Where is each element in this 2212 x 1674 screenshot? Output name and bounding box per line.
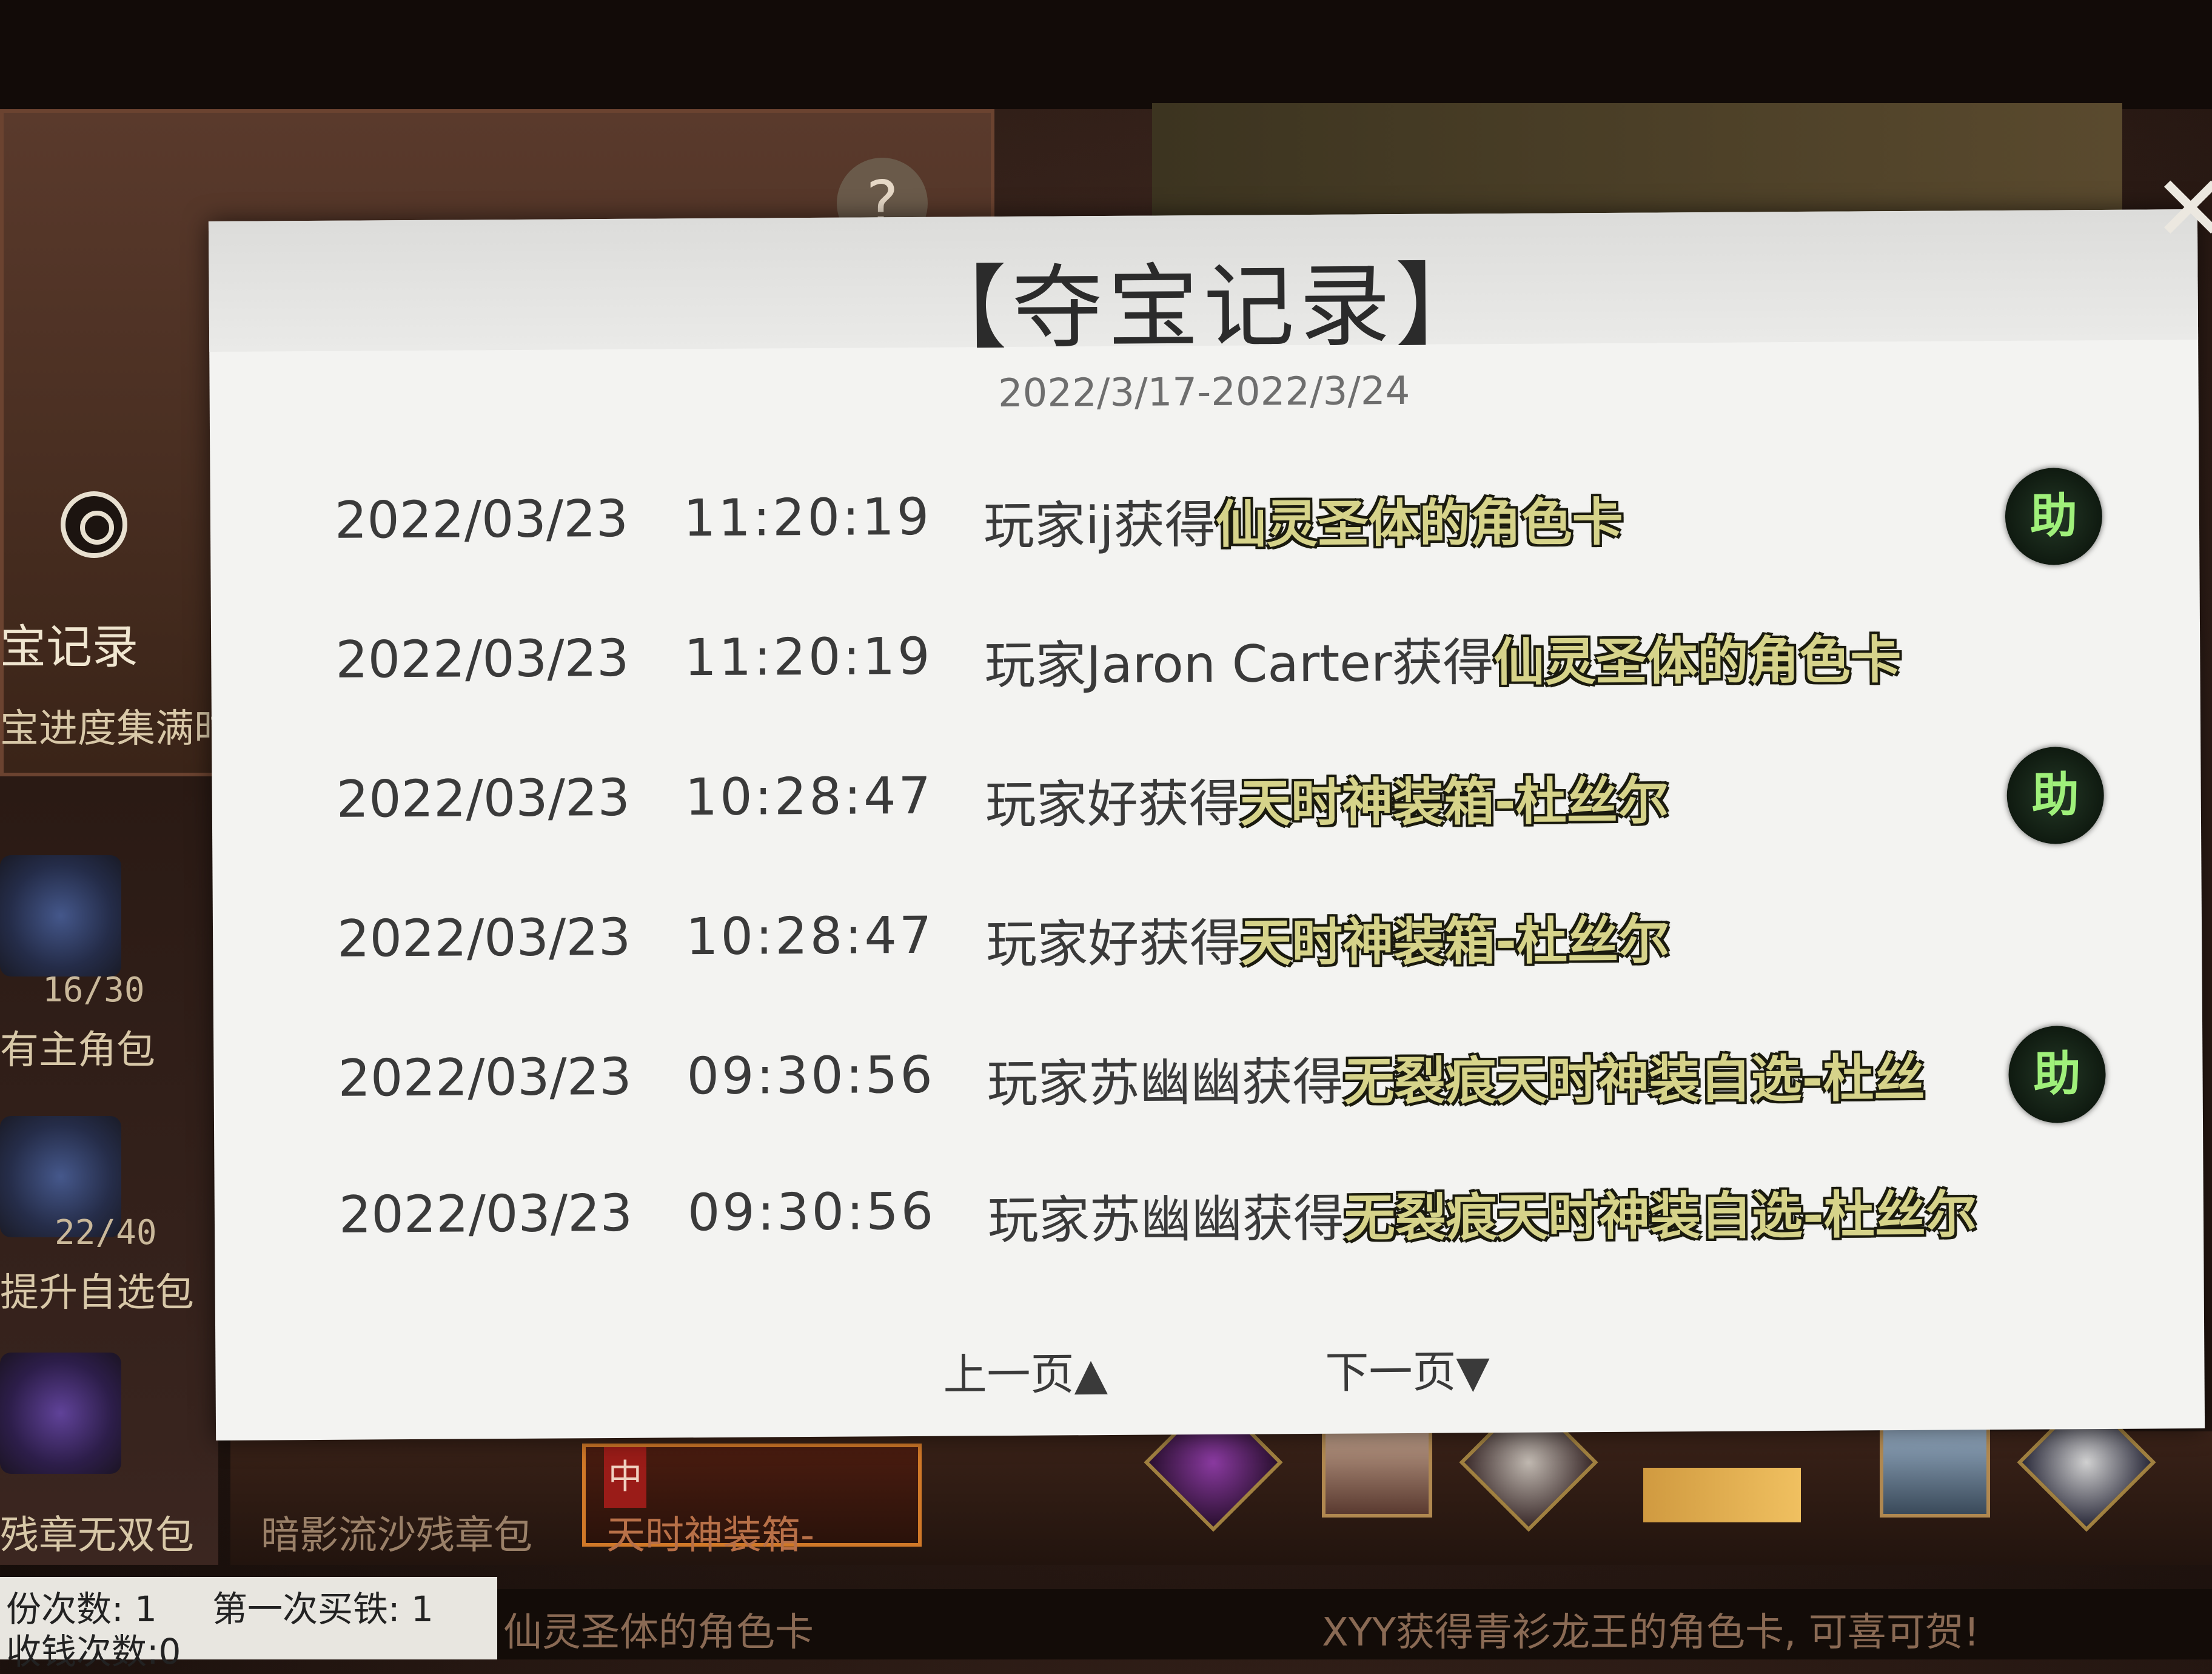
background-right-panel (1152, 103, 2122, 224)
record-date: 2022/03/23 (334, 488, 629, 550)
record-time: 11:20:19 (684, 626, 933, 688)
side-item-count: 22/40 (55, 1213, 157, 1252)
record-text: 玩家Jaron Carter获得仙灵圣体的角色卡 (984, 619, 1902, 698)
record-item: 无裂痕天时神装自选-杜丝 (1343, 1048, 1925, 1112)
help-button[interactable]: 助 (2006, 746, 2105, 844)
ticker-right-text: XYY获得青衫龙王的角色卡, 可喜可贺! (1322, 1610, 1980, 1655)
bottom-card-label[interactable]: 天时神装箱- (606, 1504, 814, 1560)
record-item: 天时神装箱-杜丝尔 (1240, 910, 1670, 973)
record-row: 2022/03/23 10:28:47 玩家好获得天时神装箱-杜丝尔 (212, 861, 2202, 995)
side-item-icon[interactable] (0, 1353, 121, 1474)
record-player: 玩家苏幽幽获得 (987, 1052, 1344, 1114)
status-count-c: 收钱次数:0 (6, 1631, 181, 1672)
record-player: 玩家好获得 (985, 773, 1241, 835)
record-player: 玩家Jaron Carter获得 (984, 633, 1494, 696)
broadcast-ticker: 仙灵圣体的角色卡 XYY获得青衫龙王的角色卡, 可喜可贺! (497, 1589, 2212, 1659)
record-time: 09:30:56 (687, 1181, 936, 1243)
dialog-header: 【夺宝记录】 (208, 209, 2199, 362)
record-time: 10:28:47 (685, 765, 934, 827)
record-date: 2022/03/23 (337, 907, 631, 969)
record-date: 2022/03/23 (338, 1046, 632, 1108)
help-button[interactable]: 助 (2008, 1025, 2106, 1123)
record-text: 玩家苏幽幽获得无裂痕天时神装自选-杜丝尔 (988, 1174, 1977, 1253)
record-item: 无裂痕天时神装自选-杜丝尔 (1344, 1185, 1977, 1248)
record-player: 玩家好获得 (985, 913, 1241, 975)
record-player: 玩家ij获得 (983, 494, 1216, 556)
side-item-label: 残章无双包 (0, 1513, 194, 1558)
record-date: 2022/03/23 (338, 1183, 633, 1245)
record-text: 玩家ij获得仙灵圣体的角色卡 (984, 482, 1623, 559)
record-text: 玩家好获得天时神装箱-杜丝尔 (985, 760, 1669, 838)
record-row: 2022/03/23 10:28:47 玩家好获得天时神装箱-杜丝尔 助 (212, 722, 2201, 855)
record-item: 仙灵圣体的角色卡 (1493, 630, 1902, 693)
record-text: 玩家好获得天时神装箱-杜丝尔 (986, 899, 1670, 977)
bottom-card-badge: 中 (604, 1447, 646, 1508)
record-time: 10:28:47 (685, 905, 934, 967)
top-strip (0, 0, 2212, 109)
dialog-title: 【夺宝记录】 (916, 253, 1492, 362)
record-date: 2022/03/23 (335, 628, 629, 690)
record-row: 2022/03/23 11:20:19 玩家Jaron Carter获得仙灵圣体… (211, 582, 2200, 716)
next-page-button[interactable]: 下一页▼ (1325, 1336, 1490, 1400)
record-item: 仙灵圣体的角色卡 (1215, 492, 1623, 554)
record-time: 11:20:19 (683, 486, 932, 548)
record-time: 09:30:56 (686, 1044, 936, 1106)
side-item-label: 有主角包 (0, 1028, 155, 1073)
record-player: 玩家苏幽幽获得 (987, 1188, 1345, 1251)
treasure-record-dialog: 【夺宝记录】 2022/3/17-2022/3/24 2022/03/23 11… (208, 209, 2205, 1440)
record-row: 2022/03/23 09:30:56 玩家苏幽幽获得无裂痕天时神装自选-杜丝尔 (214, 1137, 2204, 1271)
side-item-count: 16/30 (42, 970, 145, 1010)
date-range: 2022/3/17-2022/3/24 (997, 368, 1410, 417)
side-tab-label[interactable]: 宝记录 (0, 610, 138, 676)
help-button[interactable]: 助 (2005, 467, 2103, 565)
bottom-card-label[interactable]: 暗影流沙残章包 (261, 1504, 532, 1560)
status-count-b: 第一次买铁: 1 (212, 1588, 434, 1630)
status-panel: 份次数: 1 第一次买铁: 1 收钱次数:0 (0, 1577, 497, 1672)
prev-page-button[interactable]: 上一页▲ (943, 1338, 1108, 1403)
record-date: 2022/03/23 (336, 767, 631, 829)
reward-arrow-bar (1643, 1468, 1801, 1522)
record-text: 玩家苏幽幽获得无裂痕天时神装自选-杜丝 (987, 1038, 1925, 1117)
close-icon[interactable]: ✕ (2153, 164, 2212, 255)
side-progress-label: 宝进度集满时 (0, 707, 233, 751)
record-row: 2022/03/23 11:20:19 玩家ij获得仙灵圣体的角色卡 助 (210, 443, 2199, 576)
ticker-left-text: 仙灵圣体的角色卡 (503, 1610, 814, 1655)
magnifier-icon[interactable] (61, 491, 127, 558)
side-item-label: 提升自选包 (0, 1271, 194, 1316)
record-item: 天时神装箱-杜丝尔 (1239, 771, 1669, 833)
record-row: 2022/03/23 09:30:56 玩家苏幽幽获得无裂痕天时神装自选-杜丝 … (213, 1001, 2203, 1134)
side-item-icon[interactable] (0, 855, 121, 977)
